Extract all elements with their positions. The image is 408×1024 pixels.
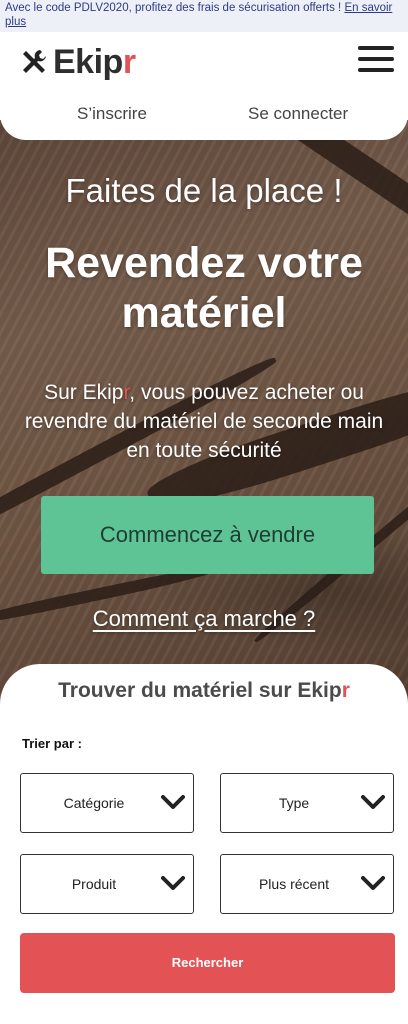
- how-it-works-link[interactable]: Comment ça marche ?: [0, 606, 408, 632]
- chevron-down-icon: [161, 795, 185, 809]
- tools-icon: [23, 50, 46, 73]
- type-select-value: Type: [278, 795, 310, 811]
- hero-title: Revendez votre matériel: [45, 239, 363, 337]
- product-select-value: Produit: [71, 876, 117, 892]
- signup-link[interactable]: S’inscrire: [77, 104, 147, 124]
- search-panel-title: Trouver du matériel sur Ekipr: [58, 679, 350, 702]
- promo-banner: Avec le code PDLV2020, profitez des frai…: [0, 0, 408, 32]
- login-link[interactable]: Se connecter: [248, 104, 348, 124]
- hero-subtitle: Faites de la place !: [65, 172, 343, 209]
- site-header: Ekipr S’inscrire Se connecter: [0, 32, 408, 140]
- start-selling-button[interactable]: Commencez à vendre: [41, 496, 374, 574]
- brand-name: Ekipr: [53, 42, 136, 81]
- sort-order-select-value: Plus récent: [258, 876, 330, 892]
- product-select[interactable]: Produit: [20, 854, 194, 914]
- hamburger-menu-icon[interactable]: [358, 46, 394, 74]
- chevron-down-icon: [361, 876, 385, 890]
- search-button[interactable]: Rechercher: [20, 933, 395, 993]
- hero-description: Sur Ekipr, vous pouvez acheter ou revend…: [24, 381, 384, 462]
- chevron-down-icon: [361, 795, 385, 809]
- search-panel: Trouver du matériel sur Ekipr Trier par …: [0, 664, 408, 1024]
- chevron-down-icon: [161, 876, 185, 890]
- sort-label: Trier par :: [22, 736, 82, 751]
- type-select[interactable]: Type: [220, 773, 394, 833]
- category-select[interactable]: Catégorie: [20, 773, 194, 833]
- brand-logo[interactable]: Ekipr: [20, 42, 136, 82]
- promo-text: Avec le code PDLV2020, profitez des frai…: [5, 2, 345, 14]
- category-select-value: Catégorie: [63, 795, 125, 811]
- sort-order-select[interactable]: Plus récent: [220, 854, 394, 914]
